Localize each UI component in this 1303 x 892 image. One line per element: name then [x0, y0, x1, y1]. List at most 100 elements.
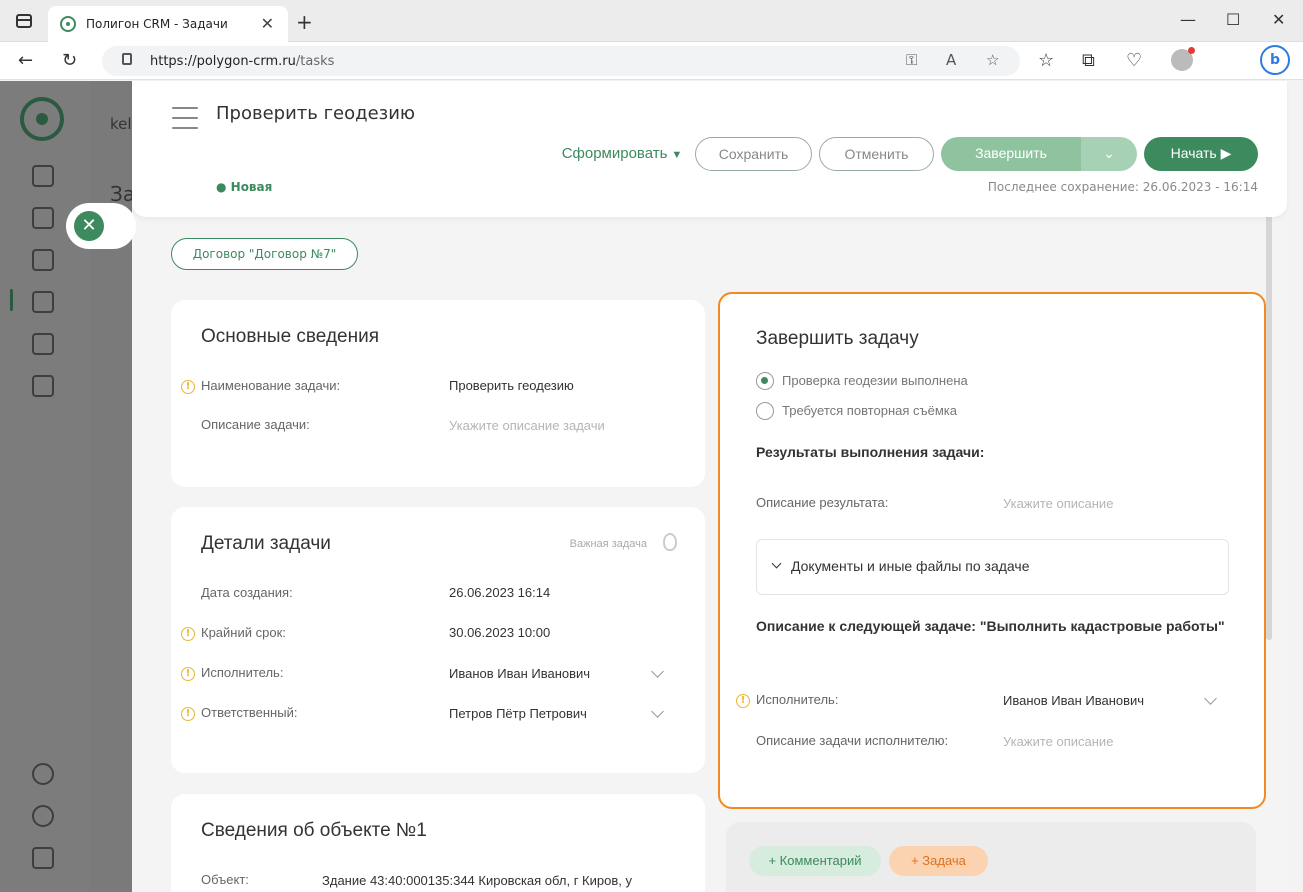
app-sidebar: [0, 81, 90, 892]
files-label: Документы и иные файлы по задаче: [791, 558, 1030, 574]
task-desc-input[interactable]: Укажите описание задачи: [449, 418, 605, 433]
finish-task-card: Завершить задачу Проверка геодезии выпол…: [718, 292, 1266, 809]
chevron-down-icon[interactable]: [1204, 692, 1217, 705]
address-bar: ← ↻ https://polygon-crm.ru/tasks ⚿ A ☆ ☆…: [0, 42, 1303, 80]
minimize-icon[interactable]: —: [1180, 10, 1196, 29]
back-icon[interactable]: ←: [18, 50, 33, 71]
generate-button[interactable]: Сформировать ▼: [552, 137, 692, 171]
lock-icon: [122, 53, 132, 65]
task-title: Проверить геодезию: [216, 103, 416, 124]
files-accordion[interactable]: Документы и иные файлы по задаче: [756, 539, 1229, 595]
activity-area: + Комментарий + Задача: [726, 822, 1256, 892]
executor-select[interactable]: Иванов Иван Иванович: [449, 666, 590, 681]
active-indicator: [10, 289, 13, 311]
finish-dropdown-button[interactable]: ⌄: [1081, 137, 1137, 171]
browser-tab[interactable]: Полигон CRM - Задачи ✕: [48, 6, 288, 42]
key-icon[interactable]: ⚿: [906, 51, 917, 69]
chevron-down-icon: [771, 558, 782, 569]
created-date-label: Дата создания:: [201, 585, 293, 600]
task-details-card: Детали задачи Важная задача Дата создани…: [171, 507, 705, 773]
radio-label[interactable]: Требуется повторная съёмка: [782, 403, 957, 418]
favorites-icon[interactable]: ☆: [1038, 50, 1054, 71]
chevron-down-icon[interactable]: [651, 665, 664, 678]
responsible-select[interactable]: Петров Пётр Петрович: [449, 706, 587, 721]
documents-icon[interactable]: [32, 165, 54, 187]
warning-icon: !: [181, 667, 195, 681]
home-icon[interactable]: [32, 249, 54, 271]
warning-icon: !: [181, 380, 195, 394]
browser-tabbar: Полигон CRM - Задачи ✕ + — ☐ ✕: [0, 0, 1303, 42]
radio-resurvey[interactable]: [756, 402, 774, 420]
fire-icon[interactable]: [663, 533, 677, 551]
url-input[interactable]: https://polygon-crm.ru/tasks ⚿ A ☆: [102, 46, 1020, 76]
caret-down-icon: ▼: [671, 149, 683, 161]
basic-info-card: Основные сведения ! Наименование задачи:…: [171, 300, 705, 487]
window-close-icon[interactable]: ✕: [1272, 10, 1285, 29]
next-executor-select[interactable]: Иванов Иван Иванович: [1003, 693, 1144, 708]
warning-icon: !: [181, 707, 195, 721]
responsible-label: Ответственный:: [201, 705, 298, 720]
card-title: Детали задачи: [201, 533, 331, 554]
deadline-input[interactable]: 30.06.2023 10:00: [449, 625, 550, 640]
maximize-icon[interactable]: ☐: [1226, 10, 1240, 29]
finish-button[interactable]: Завершить: [941, 137, 1081, 171]
chevron-down-icon[interactable]: [651, 705, 664, 718]
app-logo: [20, 97, 64, 141]
card-title: Сведения об объекте №1: [201, 820, 427, 841]
exec-desc-input[interactable]: Укажите описание: [1003, 734, 1113, 749]
save-button[interactable]: Сохранить: [695, 137, 812, 171]
executor-label: Исполнитель:: [201, 665, 284, 680]
reload-icon[interactable]: ↻: [62, 50, 77, 71]
inbox-icon[interactable]: [32, 375, 54, 397]
card-title: Завершить задачу: [756, 328, 919, 349]
results-heading: Результаты выполнения задачи:: [756, 444, 985, 460]
contract-link-button[interactable]: Договор "Договор №7": [171, 238, 358, 270]
menu-icon[interactable]: [172, 107, 198, 129]
warning-icon: !: [181, 627, 195, 641]
close-panel-button[interactable]: ✕: [66, 203, 136, 249]
settings-icon[interactable]: [32, 805, 54, 827]
important-task-toggle[interactable]: Важная задача: [570, 538, 647, 550]
radio-geodesy-done[interactable]: [756, 372, 774, 390]
close-icon: ✕: [74, 211, 104, 241]
deadline-label: Крайний срок:: [201, 625, 286, 640]
last-save-text: Последнее сохранение: 26.06.2023 - 16:14: [987, 180, 1258, 194]
favicon-icon: [60, 16, 76, 32]
tab-close-icon[interactable]: ✕: [261, 14, 274, 33]
tasks-icon[interactable]: [32, 291, 54, 313]
result-desc-label: Описание результата:: [756, 495, 889, 510]
object-label: Объект:: [201, 872, 249, 887]
radio-label[interactable]: Проверка геодезии выполнена: [782, 373, 968, 388]
task-name-label: Наименование задачи:: [201, 378, 341, 393]
profile-avatar[interactable]: [1171, 47, 1195, 71]
play-icon: ▶: [1220, 145, 1232, 161]
task-desc-label: Описание задачи:: [201, 417, 310, 432]
next-executor-label: Исполнитель:: [756, 692, 839, 707]
card-title: Основные сведения: [201, 326, 380, 347]
result-desc-input[interactable]: Укажите описание: [1003, 496, 1113, 511]
task-header: Проверить геодезию Сформировать ▼ Сохрани…: [132, 81, 1287, 217]
warning-icon: !: [736, 694, 750, 708]
bing-copilot-icon[interactable]: b: [1260, 45, 1290, 75]
url-text: https://polygon-crm.ru/tasks: [150, 54, 335, 69]
health-icon[interactable]: ♡: [1126, 50, 1142, 71]
tab-actions-icon[interactable]: [16, 14, 32, 28]
contacts-icon[interactable]: [32, 207, 54, 229]
add-comment-button[interactable]: + Комментарий: [749, 846, 881, 876]
cancel-button[interactable]: Отменить: [819, 137, 934, 171]
add-task-button[interactable]: + Задача: [889, 846, 988, 876]
status-badge: ● Новая: [216, 180, 273, 194]
object-value[interactable]: Здание 43:40:000135:344 Кировская обл, г…: [322, 873, 640, 888]
task-name-input[interactable]: Проверить геодезию: [449, 378, 574, 393]
collections-icon[interactable]: ⧉: [1082, 50, 1095, 71]
new-tab-icon[interactable]: +: [296, 10, 313, 34]
start-button[interactable]: Начать ▶: [1144, 137, 1258, 171]
chevron-down-icon: ⌄: [1103, 145, 1115, 161]
exec-desc-label: Описание задачи исполнителю:: [756, 733, 949, 748]
favorite-star-icon[interactable]: ☆: [986, 51, 999, 69]
trash-icon[interactable]: [32, 333, 54, 355]
read-aloud-icon[interactable]: A: [946, 51, 956, 69]
cart-icon[interactable]: [32, 847, 54, 869]
support-icon[interactable]: [32, 763, 54, 785]
next-task-heading: Описание к следующей задаче: "Выполнить …: [756, 618, 1225, 634]
